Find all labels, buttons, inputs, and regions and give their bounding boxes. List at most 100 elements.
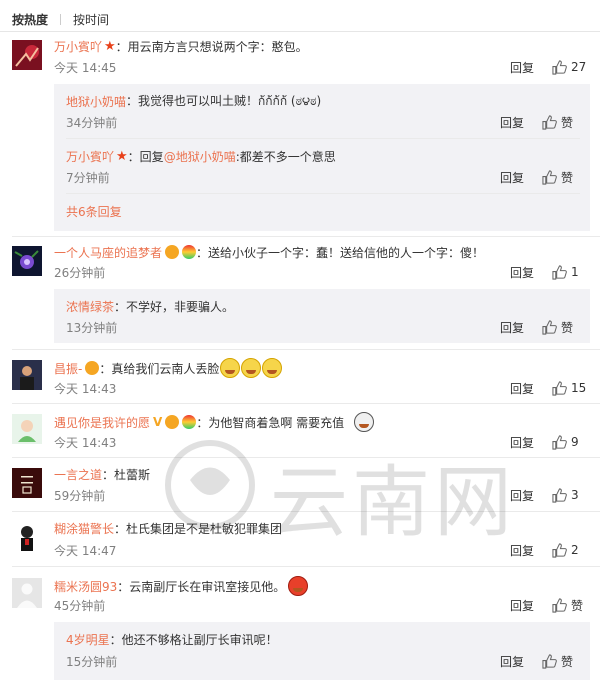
reply-thread: 4岁明星 ：他还不够格让副厅长审讯呢！ 15分钟前 回复 赞 (54, 622, 590, 680)
reply-text: ：不学好，非要骗人。 (114, 299, 235, 314)
thumbs-up-icon (552, 59, 567, 75)
reply-button[interactable]: 回复 (510, 380, 534, 397)
gift-badge-icon (165, 415, 180, 429)
thumbs-up-icon (542, 114, 557, 130)
comment-line: 糊涂猫警长 ：杜氏集团是不是杜敏犯罪集团 (54, 519, 590, 537)
comment-text: ：真给我们云南人丢脸 (99, 361, 220, 376)
like-button[interactable]: 3 (552, 487, 590, 503)
like-label: 赞 (561, 170, 574, 185)
comment-divider (12, 566, 600, 567)
comment-actions: 回复 1 (510, 263, 590, 281)
like-button[interactable]: 赞 (552, 597, 590, 614)
comment-time: 26分钟前 (54, 265, 106, 280)
reply-button[interactable]: 回复 (510, 434, 534, 451)
laugh-cry-emoji-icon (262, 358, 283, 378)
rainbow-heart-icon (182, 245, 197, 259)
like-button[interactable]: 15 (552, 380, 590, 396)
comment-actions: 回复 15 (510, 379, 590, 397)
comment-time: 45分钟前 (54, 598, 106, 613)
reply-author[interactable]: 4岁明星 (66, 631, 110, 648)
reply-author[interactable]: 万小賓吖 (66, 148, 114, 165)
like-count: 15 (571, 381, 587, 395)
avatar[interactable] (12, 414, 42, 444)
like-button[interactable]: 赞 (542, 653, 580, 670)
reply-time: 13分钟前 (66, 320, 118, 335)
reply-button[interactable]: 回复 (510, 264, 534, 281)
avatar[interactable] (12, 40, 42, 70)
comment-author[interactable]: 昌振- (54, 360, 82, 377)
reply-button[interactable]: 回复 (510, 597, 534, 614)
comment-author[interactable]: 一个人马座的追梦者 (54, 244, 162, 261)
avatar[interactable] (12, 578, 42, 608)
like-button[interactable]: 9 (552, 434, 590, 450)
comment-divider (12, 511, 600, 512)
reply-button[interactable]: 回复 (500, 653, 524, 670)
reply-text: ：他还不够格让副厅长审讯呢！ (109, 632, 278, 647)
tab-by-hotness[interactable]: 按热度 (12, 11, 48, 28)
gift-badge-icon (165, 245, 180, 259)
crying-face-emoji-icon (354, 412, 375, 432)
thumbs-up-icon (542, 319, 557, 335)
verified-v-icon: V (153, 415, 163, 429)
reply-author[interactable]: 地狱小奶喵 (66, 93, 126, 110)
reply-button[interactable]: 回复 (510, 59, 534, 76)
comment-line: 一言之道 ：杜蕾斯 (54, 465, 590, 483)
reply-actions: 回复 赞 (500, 168, 580, 186)
thumbs-up-icon (542, 653, 557, 669)
thumbs-up-icon (542, 169, 557, 185)
comment-divider (12, 349, 600, 350)
comment-actions: 回复 2 (510, 541, 590, 559)
comment-time: 今天 14:43 (54, 381, 117, 396)
avatar[interactable] (12, 246, 42, 276)
mention-link[interactable]: @地狱小奶喵 (164, 148, 236, 165)
comment-time: 今天 14:43 (54, 435, 117, 450)
reply-time: 15分钟前 (66, 654, 118, 669)
rainbow-heart-icon (182, 415, 197, 429)
comment-author[interactable]: 一言之道 (54, 466, 102, 483)
avatar[interactable] (12, 522, 42, 552)
like-button[interactable]: 赞 (542, 319, 580, 336)
comment-actions: 回复 9 (510, 433, 590, 451)
more-replies-link[interactable]: 共6条回复 (66, 203, 122, 220)
reply-line: 地狱小奶喵 ：我觉得也可以叫土贼！ก้ก้ก้ก้ (ಠ౪ಠ) (66, 92, 321, 110)
tab-by-time[interactable]: 按时间 (73, 11, 109, 28)
reply-button[interactable]: 回复 (500, 114, 524, 131)
reply-button[interactable]: 回复 (500, 319, 524, 336)
avatar[interactable] (12, 468, 42, 498)
thumbs-up-icon (552, 264, 567, 280)
comment-author[interactable]: 万小賓吖 (54, 38, 102, 55)
comment-line: 糯米汤圆93 ：云南副厅长在审讯室接见他。 (54, 575, 590, 597)
comment-actions: 回复 27 (510, 58, 590, 76)
comment-divider (12, 457, 600, 458)
like-label: 赞 (571, 598, 584, 613)
like-button[interactable]: 赞 (542, 114, 580, 131)
thumbs-up-icon (552, 380, 567, 396)
reply-button[interactable]: 回复 (510, 487, 534, 504)
reply-thread: 浓情绿茶 ：不学好，非要骗人。 13分钟前 回复 赞 (54, 289, 590, 343)
comment-divider (12, 403, 600, 404)
like-count: 3 (571, 488, 579, 502)
gift-badge-icon (85, 361, 100, 375)
reply-actions: 回复 赞 (500, 318, 580, 336)
reply-button[interactable]: 回复 (500, 169, 524, 186)
reply-button[interactable]: 回复 (510, 542, 534, 559)
like-count: 27 (571, 60, 587, 74)
like-button[interactable]: 2 (552, 542, 590, 558)
comment-actions: 回复 3 (510, 486, 590, 504)
comment-time: 今天 14:45 (54, 60, 117, 75)
comment-author[interactable]: 糯米汤圆93 (54, 578, 117, 595)
comment-author[interactable]: 遇见你是我许的愿 (54, 414, 150, 431)
comment-text: ：用云南方言只想说两个字：憨包。 (115, 39, 308, 54)
like-button[interactable]: 1 (552, 264, 590, 280)
avatar[interactable] (12, 360, 42, 390)
like-button[interactable]: 27 (552, 59, 590, 75)
star-badge-icon: ★ (116, 148, 128, 164)
comment-text: ：杜蕾斯 (102, 467, 151, 482)
more-replies-line: 共6条回复 (66, 202, 122, 220)
reply-actions: 回复 赞 (500, 113, 580, 131)
reply-author[interactable]: 浓情绿茶 (66, 298, 114, 315)
laugh-cry-emoji-icon (220, 358, 241, 378)
comment-author[interactable]: 糊涂猫警长 (54, 520, 114, 537)
reply-thread: 地狱小奶喵 ：我觉得也可以叫土贼！ก้ก้ก้ก้ (ಠ౪ಠ) 34分钟前 回复… (54, 84, 590, 231)
like-button[interactable]: 赞 (542, 169, 580, 186)
